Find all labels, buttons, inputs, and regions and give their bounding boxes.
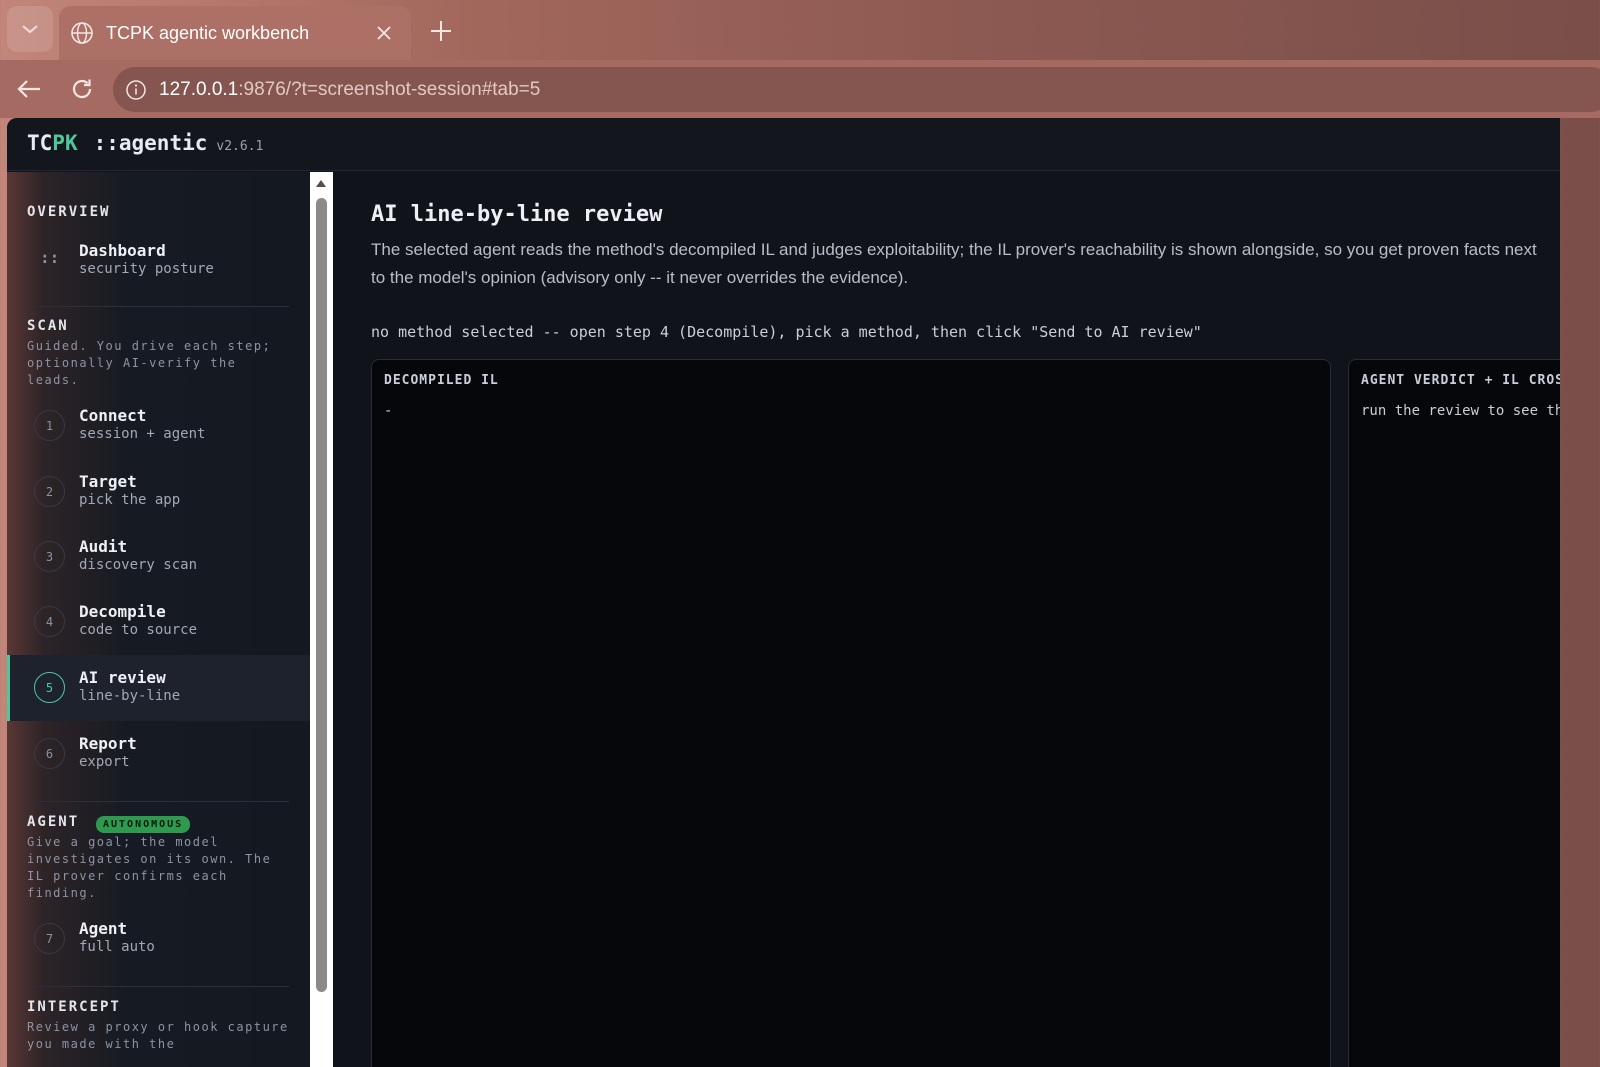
dashboard-icon: :: — [40, 248, 60, 267]
sidebar-item-sub: line-by-line — [79, 688, 181, 704]
page-description: The selected agent reads the method's de… — [371, 240, 1537, 287]
main-content: AI line-by-line review The selected agen… — [333, 172, 1560, 1067]
sidebar-item-label: Target — [79, 472, 137, 491]
decompiled-il-panel: DECOMPILED IL - — [371, 359, 1331, 1067]
step-number: 2 — [34, 476, 65, 507]
step-number: 6 — [34, 738, 65, 769]
sidebar-item-sub: discovery scan — [79, 557, 198, 573]
section-title-intercept: INTERCEPT — [27, 999, 121, 1015]
sidebar-item-sub: security posture — [79, 261, 214, 277]
brand-pk: PK — [52, 131, 78, 155]
url-host: 127.0.0.1 — [159, 78, 239, 100]
sidebar-item-sub: code to source — [79, 622, 198, 638]
url-text: 127.0.0.1:9876/?t=screenshot-session#tab… — [159, 79, 540, 101]
sidebar-item-report[interactable]: 6 Report export — [7, 721, 310, 787]
section-desc-scan: Guided. You drive each step; optionally … — [27, 339, 272, 387]
sidebar: OVERVIEW :: Dashboard security posture S… — [7, 172, 310, 1067]
browser-toolbar: 127.0.0.1:9876/?t=screenshot-session#tab… — [0, 60, 1600, 118]
new-tab-button[interactable] — [424, 14, 458, 48]
section-title-overview: OVERVIEW — [27, 204, 111, 220]
scrollbar-thumb[interactable] — [316, 198, 327, 992]
scroll-up-arrow-icon[interactable] — [316, 180, 326, 187]
app-window: TC PK ::agentic v2.6.1 OVERVIEW :: Dashbo… — [7, 118, 1560, 1067]
brand-tc: TC — [27, 131, 53, 155]
sidebar-item-label: AI review — [79, 668, 166, 687]
app-header: TC PK ::agentic v2.6.1 — [7, 118, 1560, 171]
sidebar-item-ai-review[interactable]: 5 AI review line-by-line — [7, 655, 310, 721]
reload-icon — [72, 79, 92, 99]
sidebar-item-decompile[interactable]: 4 Decompile code to source — [7, 589, 310, 655]
sidebar-item-sub: session + agent — [79, 426, 206, 442]
arrow-left-icon — [17, 80, 40, 98]
browser-tab-active[interactable]: TCPK agentic workbench — [59, 6, 411, 60]
verdict-output: run the review to see the verdict — [1361, 403, 1560, 419]
sidebar-item-sub: pick the app — [79, 492, 181, 508]
agent-verdict-panel: AGENT VERDICT + IL CROSS-CHECK run the r… — [1348, 359, 1560, 1067]
sidebar-item-sub: full auto — [79, 939, 155, 955]
address-bar[interactable]: 127.0.0.1:9876/?t=screenshot-session#tab… — [113, 67, 1600, 112]
sidebar-item-label: Decompile — [79, 602, 166, 621]
section-title-scan: SCAN — [27, 318, 69, 334]
sidebar-item-audit[interactable]: 3 Audit discovery scan — [7, 524, 310, 590]
sidebar-scrollbar[interactable] — [310, 172, 333, 1067]
info-icon[interactable] — [123, 77, 149, 103]
step-number: 3 — [34, 541, 65, 572]
panel-title: DECOMPILED IL — [384, 373, 499, 388]
sidebar-item-target[interactable]: 2 Target pick the app — [7, 459, 310, 525]
sidebar-item-label: Connect — [79, 406, 147, 425]
il-code-output: - — [384, 403, 393, 419]
status-message: no method selected -- open step 4 (Decom… — [371, 323, 1202, 341]
tab-search-button[interactable] — [7, 6, 53, 52]
chevron-down-icon — [22, 25, 38, 34]
panel-title: AGENT VERDICT + IL CROSS-CHECK — [1361, 373, 1560, 388]
section-title-agent: AGENT — [27, 814, 80, 830]
divider — [27, 306, 289, 307]
autonomous-badge: AUTONOMOUS — [96, 816, 191, 833]
step-number: 1 — [34, 410, 65, 441]
sidebar-item-dashboard[interactable]: :: Dashboard security posture — [7, 228, 310, 294]
sidebar-item-sub: export — [79, 754, 130, 770]
divider — [27, 801, 289, 802]
sidebar-item-label: Report — [79, 734, 137, 753]
sidebar-item-label: Dashboard — [79, 241, 166, 260]
sidebar-item-label: Audit — [79, 537, 128, 556]
step-number: 4 — [34, 606, 65, 637]
sidebar-item-connect[interactable]: 1 Connect session + agent — [7, 393, 310, 459]
page-title: AI line-by-line review — [371, 202, 663, 227]
browser-tabstrip: TCPK agentic workbench — [0, 0, 1600, 60]
url-path: :9876/?t=screenshot-session#tab=5 — [238, 78, 541, 100]
section-desc-agent: Give a goal; the model investigates on i… — [27, 835, 272, 900]
sidebar-item-agent[interactable]: 7 Agent full auto — [7, 906, 310, 972]
step-number: 7 — [34, 923, 65, 954]
globe-icon — [69, 20, 95, 46]
brand-name: ::agentic — [93, 131, 208, 155]
step-number: 5 — [34, 672, 65, 703]
app-version: v2.6.1 — [216, 139, 264, 154]
tab-title: TCPK agentic workbench — [106, 22, 310, 43]
plus-icon — [431, 21, 451, 41]
section-desc-intercept: Review a proxy or hook capture you made … — [27, 1020, 289, 1051]
close-icon[interactable] — [373, 22, 395, 44]
reload-button[interactable] — [65, 72, 99, 106]
back-button[interactable] — [12, 72, 46, 106]
sidebar-item-label: Agent — [79, 919, 128, 938]
divider — [27, 986, 289, 987]
